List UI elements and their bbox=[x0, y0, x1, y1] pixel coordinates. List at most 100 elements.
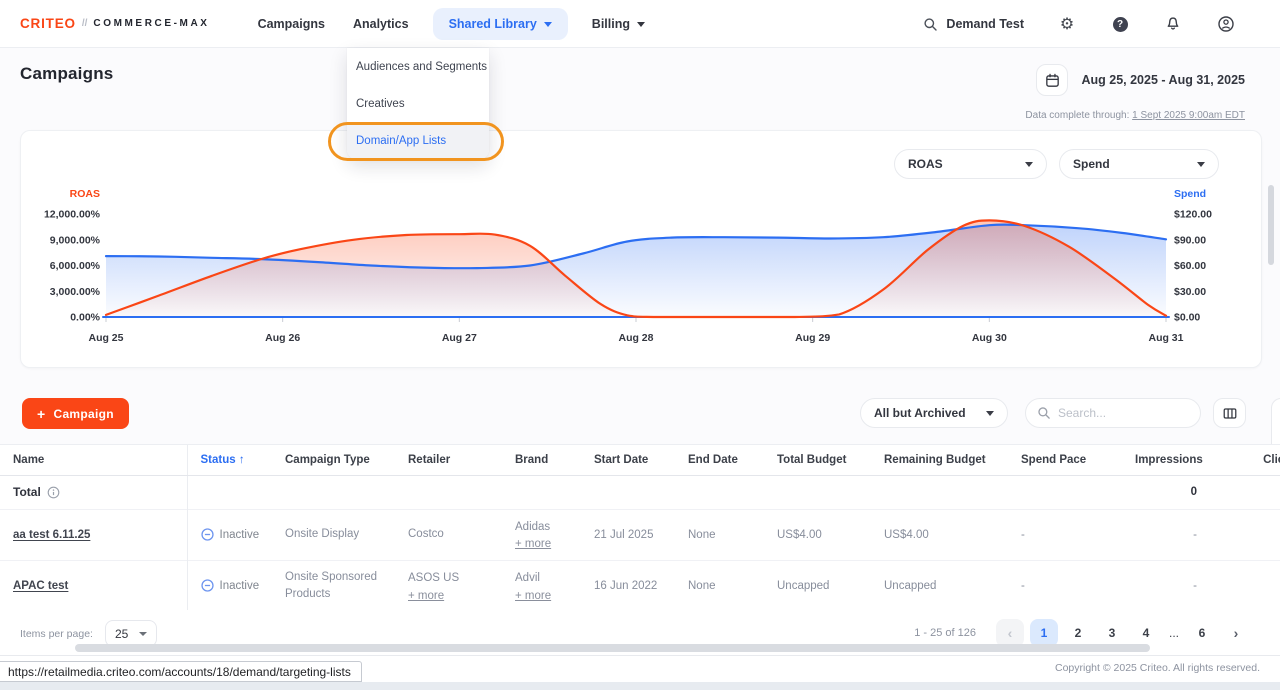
help-icon: ? bbox=[1113, 17, 1128, 32]
horizontal-scrollbar[interactable] bbox=[75, 644, 1150, 652]
menu-item-creatives[interactable]: Creatives bbox=[347, 85, 489, 122]
campaigns-table-container: NameStatus ↑Campaign TypeRetailerBrandSt… bbox=[0, 444, 1280, 610]
vertical-scrollbar[interactable] bbox=[1268, 185, 1274, 265]
gear-icon: ⚙ bbox=[1060, 16, 1074, 32]
x-axis-label: Aug 31 bbox=[1148, 332, 1183, 344]
pager: 1 - 25 of 126 ‹ 1234...6 › bbox=[914, 619, 1250, 647]
table-row[interactable]: APAC testInactiveOnsite Sponsored Produc… bbox=[0, 560, 1280, 610]
copyright-text: Copyright © 2025 Criteo. All rights rese… bbox=[1055, 662, 1260, 674]
x-axis-label: Aug 26 bbox=[265, 332, 300, 344]
campaign-name-link[interactable]: APAC test bbox=[13, 580, 68, 592]
sort-asc-icon: ↑ bbox=[239, 454, 245, 466]
column-header-end-date[interactable]: End Date bbox=[675, 445, 764, 475]
bottom-edge-strip bbox=[0, 682, 1280, 690]
menu-item-domain-app-lists[interactable]: Domain/App Lists bbox=[347, 122, 489, 159]
column-header-total-budget[interactable]: Total Budget bbox=[764, 445, 871, 475]
column-header-campaign-type[interactable]: Campaign Type bbox=[272, 445, 395, 475]
right-axis-tick: $30.00 bbox=[1174, 286, 1206, 298]
user-avatar-icon bbox=[1217, 15, 1235, 33]
inactive-status-icon bbox=[201, 579, 214, 592]
page-button-2[interactable]: 2 bbox=[1064, 619, 1092, 647]
x-axis-label: Aug 27 bbox=[442, 332, 477, 344]
column-header-brand[interactable]: Brand bbox=[502, 445, 581, 475]
nav-item-campaigns[interactable]: Campaigns bbox=[244, 9, 339, 39]
info-icon[interactable] bbox=[47, 486, 60, 499]
column-header-spend-pace[interactable]: Spend Pace bbox=[1008, 445, 1122, 475]
add-campaign-button[interactable]: + Campaign bbox=[22, 398, 129, 429]
bell-icon bbox=[1164, 15, 1182, 33]
right-axis-title: Spend bbox=[1174, 188, 1206, 200]
column-header-start-date[interactable]: Start Date bbox=[581, 445, 675, 475]
chevron-down-icon bbox=[1197, 162, 1205, 167]
settings-button[interactable]: ⚙ bbox=[1057, 14, 1077, 34]
column-header-name[interactable]: Name bbox=[0, 445, 187, 475]
status-filter-select[interactable]: All but Archived bbox=[860, 398, 1008, 428]
table-header-row: NameStatus ↑Campaign TypeRetailerBrandSt… bbox=[0, 445, 1280, 475]
x-axis-label: Aug 25 bbox=[88, 332, 123, 344]
campaigns-table: NameStatus ↑Campaign TypeRetailerBrandSt… bbox=[0, 445, 1280, 610]
chevron-down-icon bbox=[986, 411, 994, 416]
criteo-logo[interactable]: CRITEO // COMMERCE-MAX bbox=[20, 16, 210, 31]
data-complete-note: Data complete through: 1 Sept 2025 9:00a… bbox=[1025, 110, 1245, 121]
column-header-retailer[interactable]: Retailer bbox=[395, 445, 502, 475]
chevron-down-icon bbox=[544, 22, 552, 27]
column-header-clicks[interactable]: Clicks bbox=[1210, 445, 1280, 475]
page-ellipsis: ... bbox=[1166, 626, 1182, 640]
right-metric-select[interactable]: Spend bbox=[1059, 149, 1219, 179]
left-metric-select[interactable]: ROAS bbox=[894, 149, 1047, 179]
left-axis-tick: 6,000.00% bbox=[50, 260, 101, 272]
column-settings-button[interactable] bbox=[1213, 398, 1246, 428]
search-icon bbox=[1037, 406, 1051, 420]
more-link[interactable]: + more bbox=[515, 590, 551, 602]
notifications-button[interactable] bbox=[1163, 14, 1183, 34]
column-header-remaining-budget[interactable]: Remaining Budget bbox=[871, 445, 1008, 475]
more-link[interactable]: + more bbox=[515, 538, 551, 550]
account-button[interactable] bbox=[1216, 14, 1236, 34]
shared-library-menu: Audiences and Segments Creatives Domain/… bbox=[347, 48, 489, 159]
left-axis-tick: 12,000.00% bbox=[44, 209, 101, 221]
dual-axis-line-chart: ROASSpend12,000.00%9,000.00%6,000.00%3,0… bbox=[21, 184, 1263, 356]
search-icon bbox=[923, 17, 938, 32]
campaign-name-link[interactable]: aa test 6.11.25 bbox=[13, 529, 90, 541]
columns-icon bbox=[1222, 406, 1238, 421]
plus-icon: + bbox=[37, 406, 45, 422]
search-input[interactable] bbox=[1058, 406, 1178, 420]
x-axis-label: Aug 28 bbox=[618, 332, 653, 344]
page-button-6[interactable]: 6 bbox=[1188, 619, 1216, 647]
data-complete-link[interactable]: 1 Sept 2025 9:00am EDT bbox=[1132, 110, 1245, 121]
nav-item-analytics[interactable]: Analytics bbox=[339, 9, 423, 39]
page-button-3[interactable]: 3 bbox=[1098, 619, 1126, 647]
x-axis-label: Aug 29 bbox=[795, 332, 830, 344]
table-row[interactable]: aa test 6.11.25InactiveOnsite DisplayCos… bbox=[0, 509, 1280, 560]
column-header-status[interactable]: Status ↑ bbox=[187, 445, 272, 475]
help-button[interactable]: ? bbox=[1110, 14, 1130, 34]
more-link[interactable]: + more bbox=[408, 590, 444, 602]
status-badge: Inactive bbox=[201, 528, 265, 541]
page-title: Campaigns bbox=[20, 64, 113, 84]
column-header-impressions[interactable]: Impressions bbox=[1122, 445, 1210, 475]
page-button-1[interactable]: 1 bbox=[1030, 619, 1058, 647]
left-axis-tick: 9,000.00% bbox=[50, 234, 101, 246]
top-navigation-bar: CRITEO // COMMERCE-MAX Campaigns Analyti… bbox=[0, 0, 1280, 48]
left-axis-tick: 0.00% bbox=[70, 312, 100, 324]
calendar-icon bbox=[1044, 72, 1061, 89]
date-range-value[interactable]: Aug 25, 2025 - Aug 31, 2025 bbox=[1081, 73, 1245, 87]
items-per-page-select[interactable]: 25 bbox=[105, 620, 157, 647]
browser-status-url: https://retailmedia.criteo.com/accounts/… bbox=[0, 661, 362, 682]
nav-item-billing[interactable]: Billing bbox=[578, 9, 659, 39]
page-button-4[interactable]: 4 bbox=[1132, 619, 1160, 647]
total-impressions: 0 bbox=[1122, 475, 1210, 509]
nav-item-shared-library[interactable]: Shared Library bbox=[433, 8, 568, 40]
table-search bbox=[1025, 398, 1201, 428]
prev-page-button[interactable]: ‹ bbox=[996, 619, 1024, 647]
calendar-button[interactable] bbox=[1036, 64, 1068, 96]
status-badge: Inactive bbox=[201, 579, 265, 592]
logo-separator: // bbox=[82, 18, 88, 29]
chevron-down-icon bbox=[1025, 162, 1033, 167]
account-search[interactable]: Demand Test bbox=[923, 17, 1024, 32]
table-total-row: Total 00 bbox=[0, 475, 1280, 509]
chevron-down-icon bbox=[637, 22, 645, 27]
menu-item-audiences-and-segments[interactable]: Audiences and Segments bbox=[347, 48, 489, 85]
right-axis-tick: $0.00 bbox=[1174, 312, 1200, 324]
next-page-button[interactable]: › bbox=[1222, 619, 1250, 647]
